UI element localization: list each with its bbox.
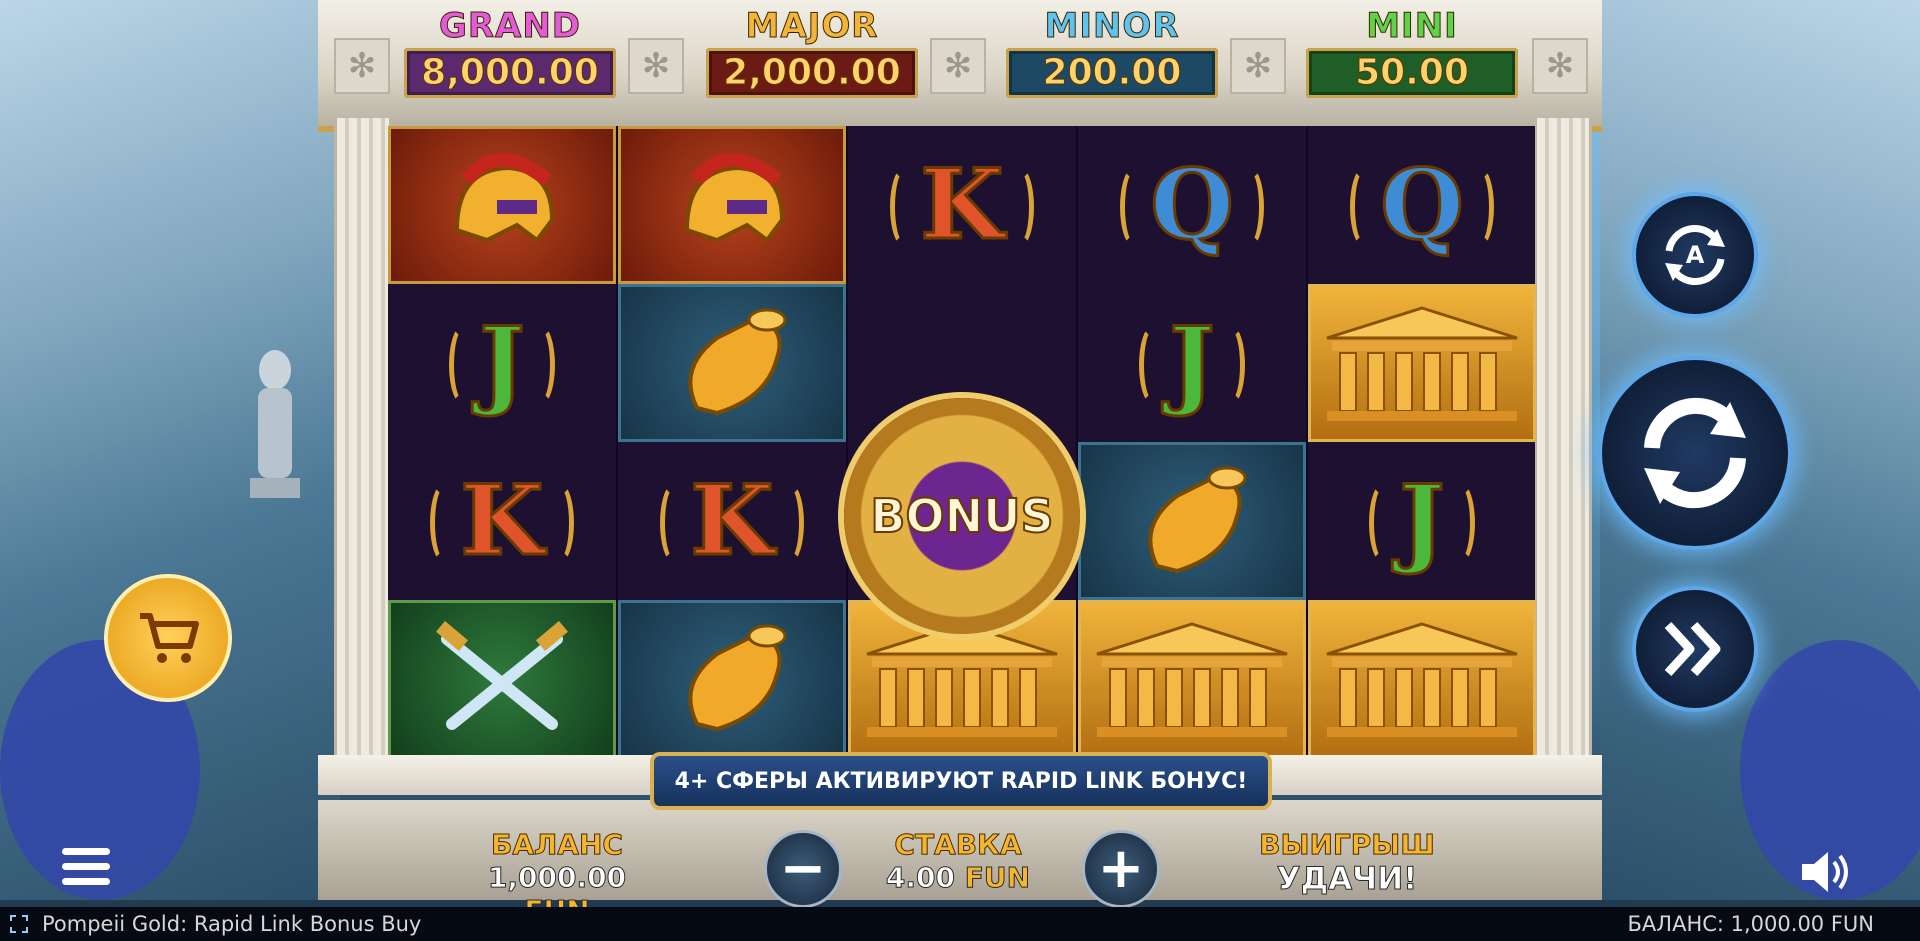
turbo-button[interactable] [1632,586,1758,712]
rosette-ornament: ✻ [334,38,390,94]
status-balance: БАЛАНС: 1,000.00 FUN [1627,912,1874,936]
symbol-letter: J [478,306,526,419]
symbol-amphora [618,284,846,442]
bet-currency: FUN [964,861,1031,895]
symbol-letter: K [459,464,545,577]
helmet-icon [454,153,555,243]
sound-button[interactable] [1798,848,1854,896]
increase-bet-button[interactable]: + [1082,830,1160,908]
reel-2: K [618,126,848,758]
symbol-letter: J [1168,306,1216,419]
symbol-K: K [618,442,846,600]
left-pillar [334,118,392,758]
symbol-K: K [388,442,616,600]
jackpot-value: 50.00 [1306,48,1518,98]
spin-button[interactable] [1598,356,1792,550]
symbol-amphora [1078,442,1306,600]
symbol-letter: J [1398,464,1446,577]
turbo-icon [1664,621,1721,677]
spin-icon [1644,397,1746,509]
bonus-label: BONUS [869,488,1054,544]
symbol-amphora [618,600,846,758]
autoplay-letter: A [1686,241,1705,269]
right-pillar [1534,118,1592,758]
symbol-temple [1078,600,1306,758]
symbol-letter: Q [1149,148,1236,261]
reel-3: K BONUS A [844,126,1080,758]
jackpot-major: MAJOR 2,000.00 [704,6,920,102]
status-bar: Pompeii Gold: Rapid Link Bonus Buy БАЛАН… [0,907,1920,941]
jackpot-value: 8,000.00 [404,48,616,98]
symbol-letter: K [689,464,775,577]
balance-label: БАЛАНС [491,828,624,862]
jackpot-minor: MINOR 200.00 [1004,6,1220,102]
reel-4: Q J [1078,126,1308,758]
bet-amount: 4.00 [885,861,956,895]
win-value: УДАЧИ! [1276,861,1418,898]
bet-display: СТАВКА 4.00 FUN [858,828,1058,895]
amphora-icon [688,624,787,732]
cart-icon [140,613,199,663]
statue-icon [250,350,300,498]
temple-icon [866,622,1058,737]
symbol-letter: K [919,148,1005,261]
symbol-helmet [618,126,846,284]
symbol-K: K [848,126,1076,284]
game-title: Pompeii Gold: Rapid Link Bonus Buy [42,912,422,936]
menu-button[interactable] [62,848,110,890]
jackpot-grand: GRAND 8,000.00 [402,6,618,102]
symbol-J: J [388,284,616,442]
temple-icon [1326,622,1518,737]
reel-5: Q J [1308,126,1536,758]
symbol-J: J [1308,442,1536,600]
symbol-Q: Q [1078,126,1306,284]
rosette-ornament: ✻ [628,38,684,94]
temple-icon [1326,306,1518,421]
jackpot-label: MINOR [1044,6,1180,47]
helmet-icon [684,153,785,243]
autoplay-button[interactable]: A [1632,192,1758,318]
amphora-icon [688,308,787,416]
jackpot-label: MAJOR [745,6,879,47]
symbol-daggers [388,600,616,758]
speaker-icon [1802,852,1848,892]
jackpot-mini: MINI 50.00 [1304,6,1520,102]
bonus-orb: BONUS [844,398,1080,634]
jackpot-label: GRAND [438,6,582,47]
symbol-temple [1308,600,1536,758]
temple-icon [1096,622,1288,737]
jackpot-label: MINI [1366,6,1458,47]
symbol-J: J [1078,284,1306,442]
expand-icon[interactable] [10,915,28,933]
jackpot-value: 2,000.00 [706,48,918,98]
symbol-Q: Q [1308,126,1536,284]
reel-1: J K [388,126,618,758]
rosette-ornament: ✻ [930,38,986,94]
menu-icon [62,848,110,855]
decrease-bet-button[interactable]: − [764,830,842,908]
jackpot-value: 200.00 [1006,48,1218,98]
bet-label: СТАВКА [894,828,1022,862]
amphora-icon [1148,466,1247,574]
symbol-letter: Q [1379,148,1466,261]
autoplay-icon: A [1665,225,1725,285]
reel-grid: J K K K BONUS Q J Q J [388,126,1536,758]
rosette-ornament: ✻ [1230,38,1286,94]
symbol-temple [1308,284,1536,442]
win-display: ВЫИГРЫШ УДАЧИ! [1252,828,1442,898]
crossed-daggers-icon [436,620,568,730]
buy-bonus-button[interactable] [104,574,232,702]
win-label: ВЫИГРЫШ [1259,828,1436,862]
balance-amount: 1,000.00 [487,861,627,895]
symbol-helmet [388,126,616,284]
bonus-info-message: 4+ СФЕРЫ АКТИВИРУЮТ RAPID LINK БОНУС! [650,752,1272,810]
rosette-ornament: ✻ [1532,38,1588,94]
